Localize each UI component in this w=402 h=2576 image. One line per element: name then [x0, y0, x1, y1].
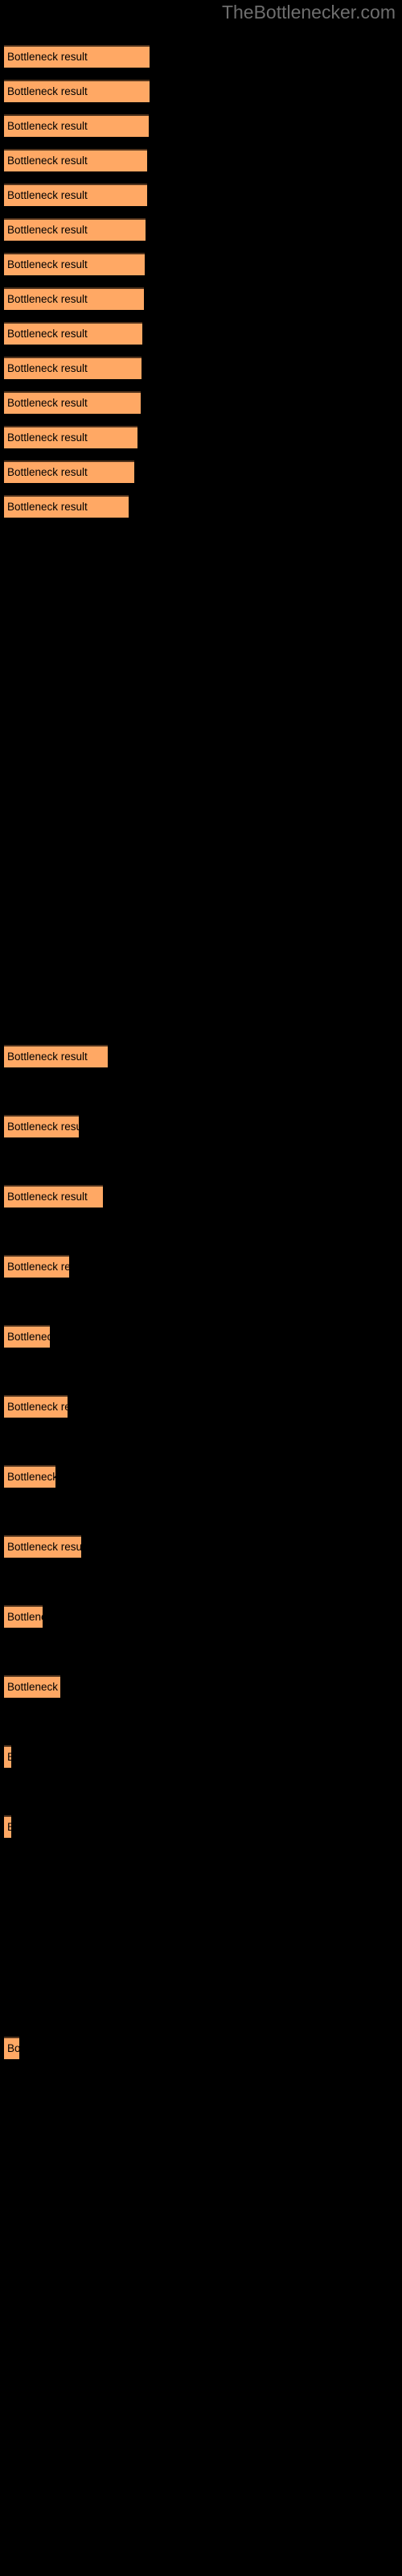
bar-item[interactable]: Bottleneck result — [4, 322, 142, 345]
bar-item[interactable]: Bottleneck result — [4, 149, 147, 171]
bar-rect — [4, 495, 129, 518]
bar-rect — [4, 391, 141, 414]
bar-item[interactable]: Bottleneck result — [4, 1045, 108, 1067]
bar-rect — [4, 460, 134, 483]
bar-item[interactable]: Bottleneck result — [4, 1675, 60, 1698]
bar-rect — [4, 149, 147, 171]
bar-rect — [4, 184, 147, 206]
bar-item[interactable]: Bottleneck result — [4, 391, 141, 414]
bar-item[interactable]: Bottleneck result — [4, 1535, 81, 1558]
bar-rect — [4, 1535, 81, 1558]
bar-rect — [4, 1605, 43, 1628]
bar-rect — [4, 1255, 69, 1278]
bar-rect — [4, 1185, 103, 1208]
bar-item[interactable]: Bottleneck result — [4, 1395, 68, 1418]
bar-rect — [4, 1325, 50, 1348]
bar-item[interactable]: Bottleneck result — [4, 1115, 79, 1137]
bar-rect — [4, 1745, 11, 1768]
bar-item[interactable]: Bottleneck result — [4, 357, 142, 379]
bar-item[interactable]: Bottleneck result — [4, 1605, 43, 1628]
bar-rect — [4, 1815, 11, 1838]
bar-item[interactable]: Bottleneck result — [4, 184, 147, 206]
bar-item[interactable]: Bottleneck result — [4, 218, 146, 241]
bar-item[interactable]: Bottleneck result — [4, 460, 134, 483]
bar-item[interactable]: Bottleneck result — [4, 2037, 19, 2059]
bar-item[interactable]: Bottleneck result — [4, 1185, 103, 1208]
bar-item[interactable]: Bottleneck result — [4, 1465, 55, 1488]
page-title: TheBottlenecker.com — [221, 2, 396, 23]
bar-item[interactable]: Bottleneck result — [4, 1325, 50, 1348]
bottleneck-bar-chart: TheBottlenecker.com Bottleneck result Bot… — [0, 0, 402, 2576]
bar-item[interactable]: Bottleneck result — [4, 426, 137, 448]
bar-rect — [4, 2037, 19, 2059]
bar-rect — [4, 1115, 79, 1137]
bar-rect — [4, 287, 144, 310]
bar-rect — [4, 1395, 68, 1418]
bar-item[interactable]: Bottleneck result — [4, 1815, 11, 1838]
bar-rect — [4, 114, 149, 137]
bar-item[interactable]: Bottleneck result — [4, 253, 145, 275]
bar-item[interactable]: Bottleneck result — [4, 114, 149, 137]
bar-rect — [4, 322, 142, 345]
bar-rect — [4, 45, 150, 68]
bar-item[interactable]: Bottleneck result — [4, 1255, 69, 1278]
bar-rect — [4, 357, 142, 379]
bar-rect — [4, 80, 150, 102]
bar-item[interactable]: Bottleneck result — [4, 1745, 11, 1768]
bar-rect — [4, 1675, 60, 1698]
bar-rect — [4, 1465, 55, 1488]
bar-rect — [4, 1045, 108, 1067]
bar-rect — [4, 426, 137, 448]
bar-item[interactable]: Bottleneck result — [4, 45, 150, 68]
bar-item[interactable]: Bottleneck result — [4, 287, 144, 310]
bar-item[interactable]: Bottleneck result — [4, 495, 129, 518]
bar-item[interactable]: Bottleneck result — [4, 80, 150, 102]
bar-rect — [4, 218, 146, 241]
bar-rect — [4, 253, 145, 275]
